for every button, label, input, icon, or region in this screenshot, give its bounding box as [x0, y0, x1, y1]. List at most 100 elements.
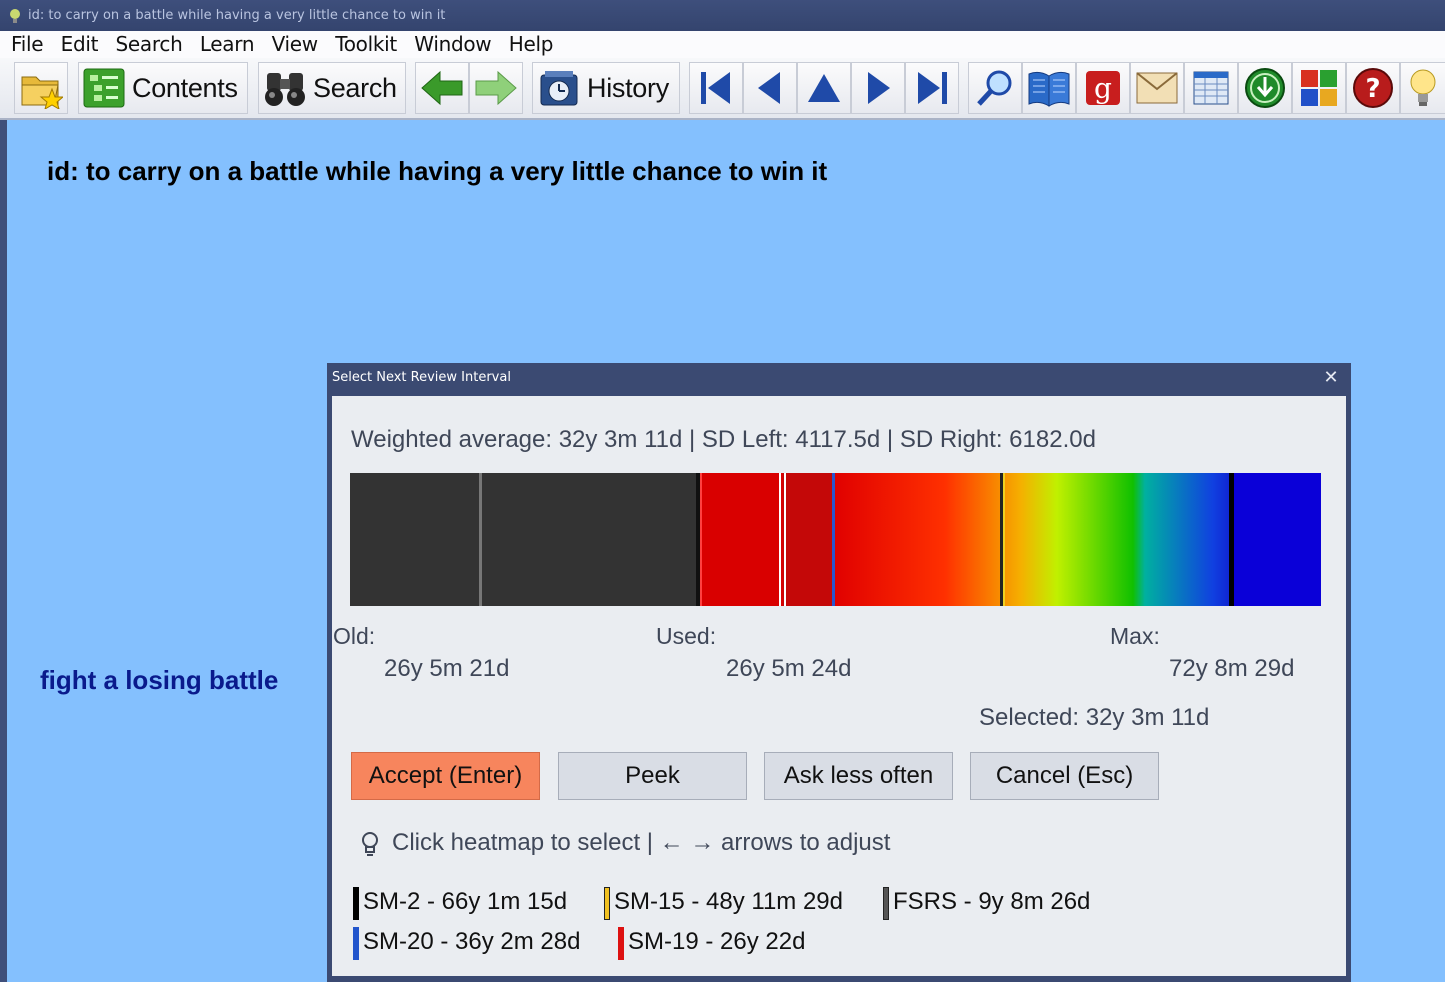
- heatmap-gradient-zone: [833, 473, 1233, 606]
- toolbar: Contents Search History g ?: [0, 58, 1445, 120]
- interval-heatmap[interactable]: [350, 473, 1321, 606]
- marker-used: [784, 473, 786, 606]
- legend-label-fsrs: FSRS - 9y 8m 26d: [893, 888, 1091, 915]
- old-label: Old:: [333, 623, 376, 649]
- google-g-icon: g: [1086, 71, 1120, 105]
- forward-button[interactable]: [469, 62, 523, 114]
- last-button[interactable]: [905, 62, 959, 114]
- history-button[interactable]: History: [532, 62, 680, 114]
- legend-swatch-fsrs: [883, 887, 889, 920]
- answer-text: fight a losing battle: [40, 665, 279, 695]
- menu-help[interactable]: Help: [509, 31, 554, 58]
- tiles-button[interactable]: [1292, 62, 1346, 114]
- svg-text:g: g: [1094, 72, 1112, 105]
- dialog-body: Weighted average: 32y 3m 11d | SD Left: …: [332, 396, 1346, 976]
- marker-sm19: [696, 473, 700, 606]
- marker-sm2: [1229, 473, 1234, 606]
- marker-sm15-inner: [1003, 473, 1005, 606]
- marker-sm15: [1000, 473, 1003, 606]
- dictionary-button[interactable]: [1022, 62, 1076, 114]
- svg-text:?: ?: [1365, 74, 1380, 104]
- next-button[interactable]: [851, 62, 905, 114]
- question-text: id: to carry on a battle while having a …: [47, 156, 828, 186]
- legend-label-sm15: SM-15 - 48y 11m 29d: [614, 888, 843, 915]
- window-frame-left: [0, 120, 7, 982]
- triangle-right-icon: [868, 72, 890, 104]
- skip-first-icon: [701, 72, 730, 104]
- binoculars-icon: [265, 73, 305, 106]
- history-clock-icon: [540, 71, 578, 106]
- menu-learn[interactable]: Learn: [200, 31, 255, 58]
- arrow-right-icon: [475, 70, 517, 106]
- legend-swatch-sm2: [353, 887, 359, 920]
- search-button[interactable]: Search: [258, 62, 406, 114]
- help-button[interactable]: ?: [1346, 62, 1400, 114]
- download-circle-icon: [1245, 68, 1285, 108]
- magnifier-icon: [977, 70, 1012, 106]
- find-button[interactable]: [968, 62, 1022, 114]
- menu-toolkit[interactable]: Toolkit: [335, 31, 397, 58]
- window-title: id: to carry on a battle while having a …: [28, 8, 446, 23]
- question-circle-icon: ?: [1353, 68, 1393, 108]
- triangle-up-icon: [808, 74, 840, 102]
- old-value: 26y 5m 21d: [384, 655, 510, 682]
- peek-button[interactable]: Peek: [558, 752, 747, 800]
- legend-label-sm2: SM-2 - 66y 1m 15d: [363, 888, 568, 915]
- max-value: 72y 8m 29d: [1169, 655, 1295, 682]
- menu-edit[interactable]: Edit: [61, 31, 99, 58]
- ask-less-often-button[interactable]: Ask less often: [764, 752, 953, 800]
- heatmap-dark-zone: [350, 473, 697, 606]
- legend-swatch-sm20: [353, 927, 359, 960]
- menu-window[interactable]: Window: [414, 31, 491, 58]
- history-label: History: [587, 72, 669, 103]
- open-collection-button[interactable]: [14, 62, 68, 114]
- color-tiles-icon: [1301, 70, 1337, 106]
- download-button[interactable]: [1238, 62, 1292, 114]
- marker-old: [779, 473, 781, 606]
- search-label: Search: [313, 72, 397, 103]
- menu-file[interactable]: File: [11, 31, 44, 58]
- lightbulb-hint-icon: [362, 832, 378, 856]
- review-interval-dialog: Select Next Review Interval ✕ Weighted a…: [327, 363, 1351, 982]
- window-title-bar: id: to carry on a battle while having a …: [0, 0, 1445, 31]
- selected-interval: Selected: 32y 3m 11d: [979, 704, 1210, 731]
- google-button[interactable]: g: [1076, 62, 1130, 114]
- contents-label: Contents: [132, 72, 238, 103]
- legend-swatch-sm15: [604, 887, 610, 920]
- spreadsheet-button[interactable]: [1184, 62, 1238, 114]
- first-button[interactable]: [689, 62, 743, 114]
- marker-sm19-red: [700, 473, 702, 606]
- folder-star-icon: [21, 76, 63, 109]
- lightbulb-icon: [1410, 69, 1436, 106]
- heatmap-red-zone-1: [697, 473, 783, 606]
- contents-button[interactable]: Contents: [78, 62, 248, 114]
- mail-button[interactable]: [1130, 62, 1184, 114]
- hint-text: Click heatmap to select | ← → arrows to …: [392, 829, 891, 856]
- skip-last-icon: [918, 72, 947, 104]
- arrow-left-icon: [421, 70, 463, 106]
- previous-button[interactable]: [743, 62, 797, 114]
- used-label: Used:: [656, 623, 717, 649]
- dialog-title: Select Next Review Interval: [332, 370, 511, 385]
- spreadsheet-icon: [1193, 71, 1229, 105]
- back-button[interactable]: [415, 62, 469, 114]
- marker-sm20: [832, 473, 835, 606]
- close-icon[interactable]: ✕: [1321, 367, 1341, 387]
- tips-button[interactable]: [1400, 62, 1445, 114]
- parent-button[interactable]: [797, 62, 851, 114]
- triangle-left-icon: [758, 72, 780, 104]
- used-value: 26y 5m 24d: [726, 655, 852, 682]
- heatmap-red-zone-2: [783, 473, 833, 606]
- legend-label-sm20: SM-20 - 36y 2m 28d: [363, 928, 581, 955]
- weighted-average-summary: Weighted average: 32y 3m 11d | SD Left: …: [351, 426, 1096, 453]
- cancel-button[interactable]: Cancel (Esc): [970, 752, 1159, 800]
- heatmap-blue-zone: [1233, 473, 1321, 606]
- marker-fsrs: [479, 473, 482, 606]
- menu-bar: File Edit Search Learn View Toolkit Wind…: [0, 31, 1445, 58]
- menu-view[interactable]: View: [272, 31, 319, 58]
- contents-tree-icon: [83, 68, 125, 108]
- menu-search[interactable]: Search: [116, 31, 183, 58]
- accept-button[interactable]: Accept (Enter): [351, 752, 540, 800]
- lightbulb-app-icon: [10, 9, 20, 23]
- max-label: Max:: [1110, 623, 1160, 649]
